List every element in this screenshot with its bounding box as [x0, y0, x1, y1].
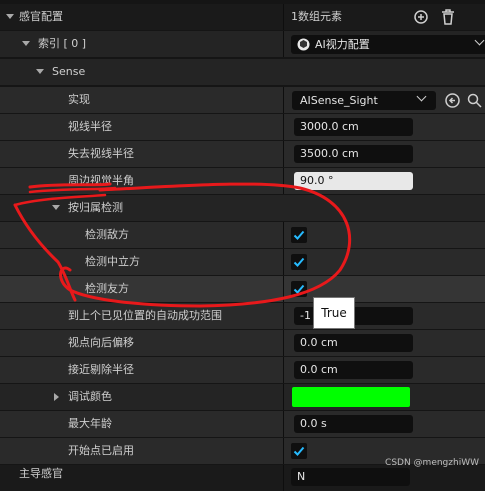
sense-config-row[interactable]: 感官配置 1数组元素 [0, 4, 485, 30]
checkmark-icon [293, 284, 305, 294]
start-enabled-label: 开始点已启用 [68, 444, 134, 457]
sense-label: Sense [52, 65, 86, 78]
affiliation-row[interactable]: 按归属检测 [0, 195, 485, 221]
sense-row[interactable]: Sense [0, 59, 485, 85]
lose-sight-radius-input[interactable]: 3500.0 cm [294, 145, 413, 163]
near-clipping-radius-row: 接近剔除半径 0.0 cm [0, 357, 485, 383]
dominant-sense-combo[interactable]: N [291, 468, 410, 486]
near-clipping-radius-label: 接近剔除半径 [68, 363, 134, 376]
checkmark-icon [293, 446, 305, 456]
dominant-sense-row: 主导感官 N [0, 465, 485, 491]
dominant-sense-label: 主导感官 [19, 467, 63, 480]
arrow-left-circle-icon[interactable] [445, 93, 460, 111]
checkmark-icon [293, 257, 305, 267]
checkmark-icon [293, 230, 305, 240]
config-asset-icon [297, 38, 310, 57]
peripheral-angle-label: 周边视觉半角 [68, 174, 134, 187]
collapse-arrow-icon[interactable] [6, 14, 14, 19]
max-age-row: 最大年龄 0.0 s [0, 411, 485, 437]
max-age-label: 最大年龄 [68, 417, 112, 430]
detect-friendlies-label: 检测友方 [85, 282, 129, 295]
watermark: CSDN @mengzhiWW [385, 458, 479, 468]
detect-enemies-label: 检测敌方 [85, 228, 129, 241]
implementation-row: 实现 AISense_Sight [0, 87, 485, 113]
detect-neutrals-row: 检测中立方 [0, 249, 485, 275]
lose-sight-radius-label: 失去视线半径 [68, 147, 134, 160]
sense-config-label: 感官配置 [19, 10, 63, 23]
trash-icon[interactable] [441, 9, 455, 28]
sight-radius-input[interactable]: 3000.0 cm [294, 118, 413, 136]
debug-color-swatch[interactable] [292, 387, 410, 407]
point-of-view-offset-label: 视点向后偏移 [68, 336, 134, 349]
peripheral-angle-input[interactable]: 90.0 ° [294, 172, 413, 190]
max-age-input[interactable]: 0.0 s [294, 415, 413, 433]
array-count: 1数组元素 [291, 10, 342, 23]
plus-circle-icon[interactable] [414, 10, 428, 27]
search-icon[interactable] [467, 93, 482, 111]
affiliation-label: 按归属检测 [68, 201, 123, 214]
debug-color-label: 调试颜色 [68, 390, 112, 403]
sense-config-value: AI视力配置 [315, 38, 370, 51]
detect-friendlies-row: 检测友方 [0, 276, 485, 302]
index-row[interactable]: 索引 [ 0 ] AI视力配置 [0, 31, 485, 57]
true-tooltip: True [313, 297, 355, 329]
collapse-arrow-icon[interactable] [22, 41, 30, 46]
collapse-arrow-icon[interactable] [52, 205, 60, 210]
lose-sight-radius-row: 失去视线半径 3500.0 cm [0, 141, 485, 167]
auto-success-range-row: 到上个已见位置的自动成功范围 -1 [0, 303, 485, 329]
detect-enemies-checkbox[interactable] [291, 227, 307, 243]
index-label: 索引 [ 0 ] [38, 37, 87, 50]
detect-neutrals-checkbox[interactable] [291, 254, 307, 270]
auto-success-range-label: 到上个已见位置的自动成功范围 [68, 309, 222, 322]
collapse-arrow-icon[interactable] [36, 69, 44, 74]
near-clipping-radius-input[interactable]: 0.0 cm [294, 361, 413, 379]
sight-radius-label: 视线半径 [68, 120, 112, 133]
implementation-label: 实现 [68, 93, 90, 106]
peripheral-angle-row: 周边视觉半角 90.0 ° [0, 168, 485, 194]
point-of-view-offset-input[interactable]: 0.0 cm [294, 334, 413, 352]
debug-color-row[interactable]: 调试颜色 [0, 384, 485, 410]
sight-radius-row: 视线半径 3000.0 cm [0, 114, 485, 140]
sense-config-combo[interactable]: AI视力配置 [291, 35, 485, 54]
detect-friendlies-checkbox[interactable] [291, 281, 307, 297]
implementation-value: AISense_Sight [300, 94, 378, 107]
expand-arrow-icon[interactable] [54, 393, 59, 401]
start-enabled-checkbox[interactable] [291, 443, 307, 459]
point-of-view-offset-row: 视点向后偏移 0.0 cm [0, 330, 485, 356]
detect-enemies-row: 检测敌方 [0, 222, 485, 248]
implementation-combo[interactable]: AISense_Sight [292, 91, 436, 110]
detect-neutrals-label: 检测中立方 [85, 255, 140, 268]
